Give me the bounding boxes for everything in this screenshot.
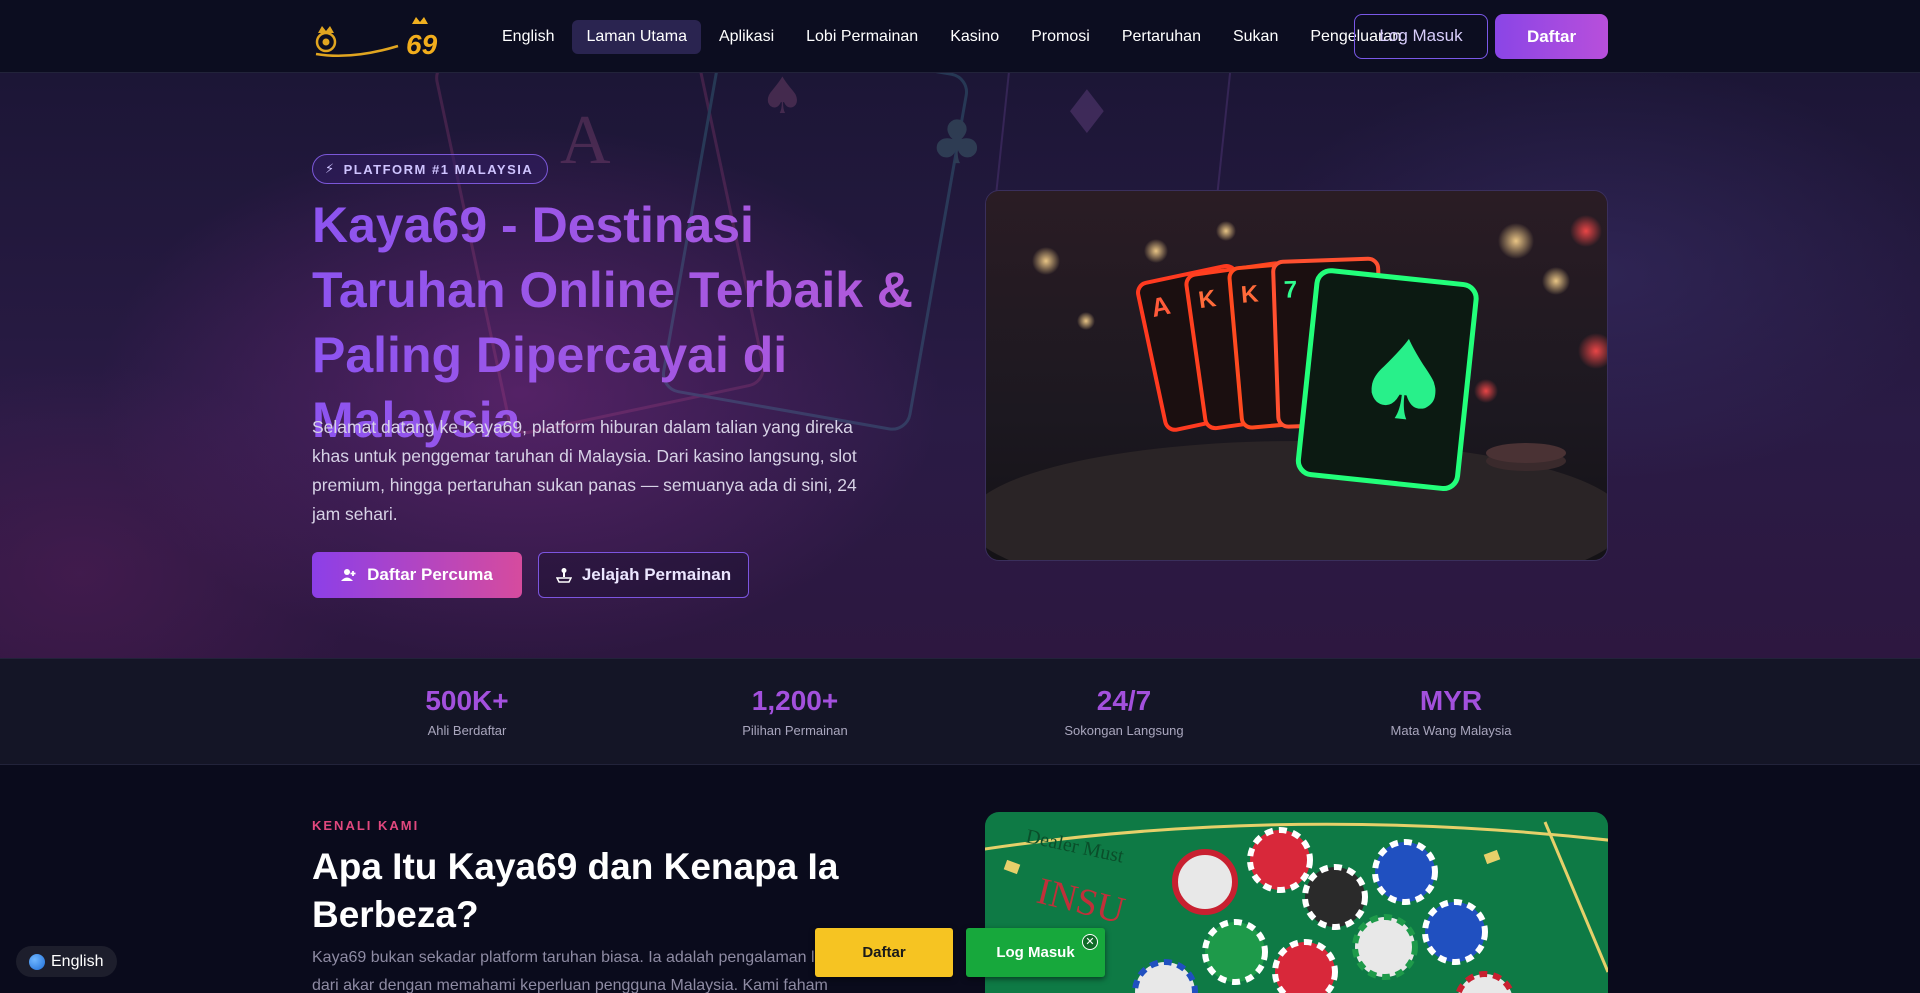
register-free-button[interactable]: Daftar Percuma xyxy=(312,552,522,598)
stat-currency: MYR Mata Wang Malaysia xyxy=(1321,685,1581,738)
explore-games-label: Jelajah Permainan xyxy=(581,565,732,584)
about-title: Apa Itu Kaya69 dan Kenapa Ia Berbeza? xyxy=(312,846,839,935)
platform-badge-label: PLATFORM #1 MALAYSIA xyxy=(343,161,534,177)
nav-lobi-permainan[interactable]: Lobi Permainan xyxy=(792,20,932,54)
svg-text:♣: ♣ xyxy=(930,108,984,178)
svg-text:♠: ♠ xyxy=(1349,312,1460,450)
hero-background-cards: A ♣ ♦ ♠ xyxy=(435,73,1235,435)
site-header: 69 English Laman Utama Aplikasi Lobi Per… xyxy=(0,0,1920,73)
stat-label: Ahli Berdaftar xyxy=(427,723,507,738)
stat-label: Sokongan Langsung xyxy=(1064,723,1184,738)
about-section: KENALI KAMI Apa Itu Kaya69 dan Kenapa Ia… xyxy=(0,765,1920,993)
main-nav: English Laman Utama Aplikasi Lobi Permai… xyxy=(488,20,1415,54)
stat-games: 1,200+ Pilihan Permainan xyxy=(665,685,925,738)
nav-promosi[interactable]: Promosi xyxy=(1017,20,1104,54)
nav-pertaruhan[interactable]: Pertaruhan xyxy=(1108,20,1215,54)
stat-label: Mata Wang Malaysia xyxy=(1390,723,1512,738)
stat-value: 500K+ xyxy=(425,685,509,716)
joystick-icon xyxy=(555,568,572,583)
register-free-label: Daftar Percuma xyxy=(367,565,493,584)
explore-games-button[interactable]: Jelajah Permainan xyxy=(538,552,749,598)
globe-icon xyxy=(29,953,45,970)
hero-description: Selamat datang ke Kaya69, platform hibur… xyxy=(312,417,857,524)
nav-sukan[interactable]: Sukan xyxy=(1219,20,1292,54)
svg-text:7: 7 xyxy=(1283,276,1297,303)
nav-english[interactable]: English xyxy=(488,20,568,54)
neon-cards-image: A K K 7 ♠ xyxy=(985,190,1608,561)
platform-badge: ⚡ PLATFORM #1 MALAYSIA xyxy=(312,154,549,184)
register-button[interactable]: Daftar xyxy=(1495,14,1608,59)
lightning-icon: ⚡ xyxy=(325,161,336,176)
about-kicker: KENALI KAMI xyxy=(312,818,420,833)
stat-support: 24/7 Sokongan Langsung xyxy=(994,685,1254,738)
stat-value: 1,200+ xyxy=(751,685,839,716)
stat-members: 500K+ Ahli Berdaftar xyxy=(337,685,597,738)
nav-laman-utama[interactable]: Laman Utama xyxy=(572,20,701,54)
language-switcher[interactable]: English xyxy=(16,946,118,977)
stat-label: Pilihan Permainan xyxy=(742,723,848,738)
stat-value: MYR xyxy=(1419,685,1483,716)
svg-text:A: A xyxy=(560,102,611,179)
language-switcher-label: English xyxy=(51,952,104,970)
svg-text:K: K xyxy=(1240,280,1260,308)
svg-text:♦: ♦ xyxy=(1060,78,1114,148)
stats-bar: 500K+ Ahli Berdaftar 1,200+ Pilihan Perm… xyxy=(0,658,1920,765)
nav-kasino[interactable]: Kasino xyxy=(936,20,1013,54)
login-button[interactable]: Log Masuk xyxy=(1354,14,1488,59)
nav-aplikasi[interactable]: Aplikasi xyxy=(705,20,788,54)
site-logo[interactable]: 69 xyxy=(312,14,452,60)
floating-register-button[interactable]: Daftar xyxy=(815,928,953,977)
stat-value: 24/7 xyxy=(1096,685,1152,716)
close-icon[interactable]: ✕ xyxy=(1082,934,1098,950)
svg-text:♠: ♠ xyxy=(760,73,805,125)
add-user-icon xyxy=(341,569,356,581)
logo-text: 69 xyxy=(406,29,438,60)
hero-section: A ♣ ♦ ♠ ⚡ PLATFORM #1 MALAYSIA Kaya69 - … xyxy=(0,73,1920,658)
